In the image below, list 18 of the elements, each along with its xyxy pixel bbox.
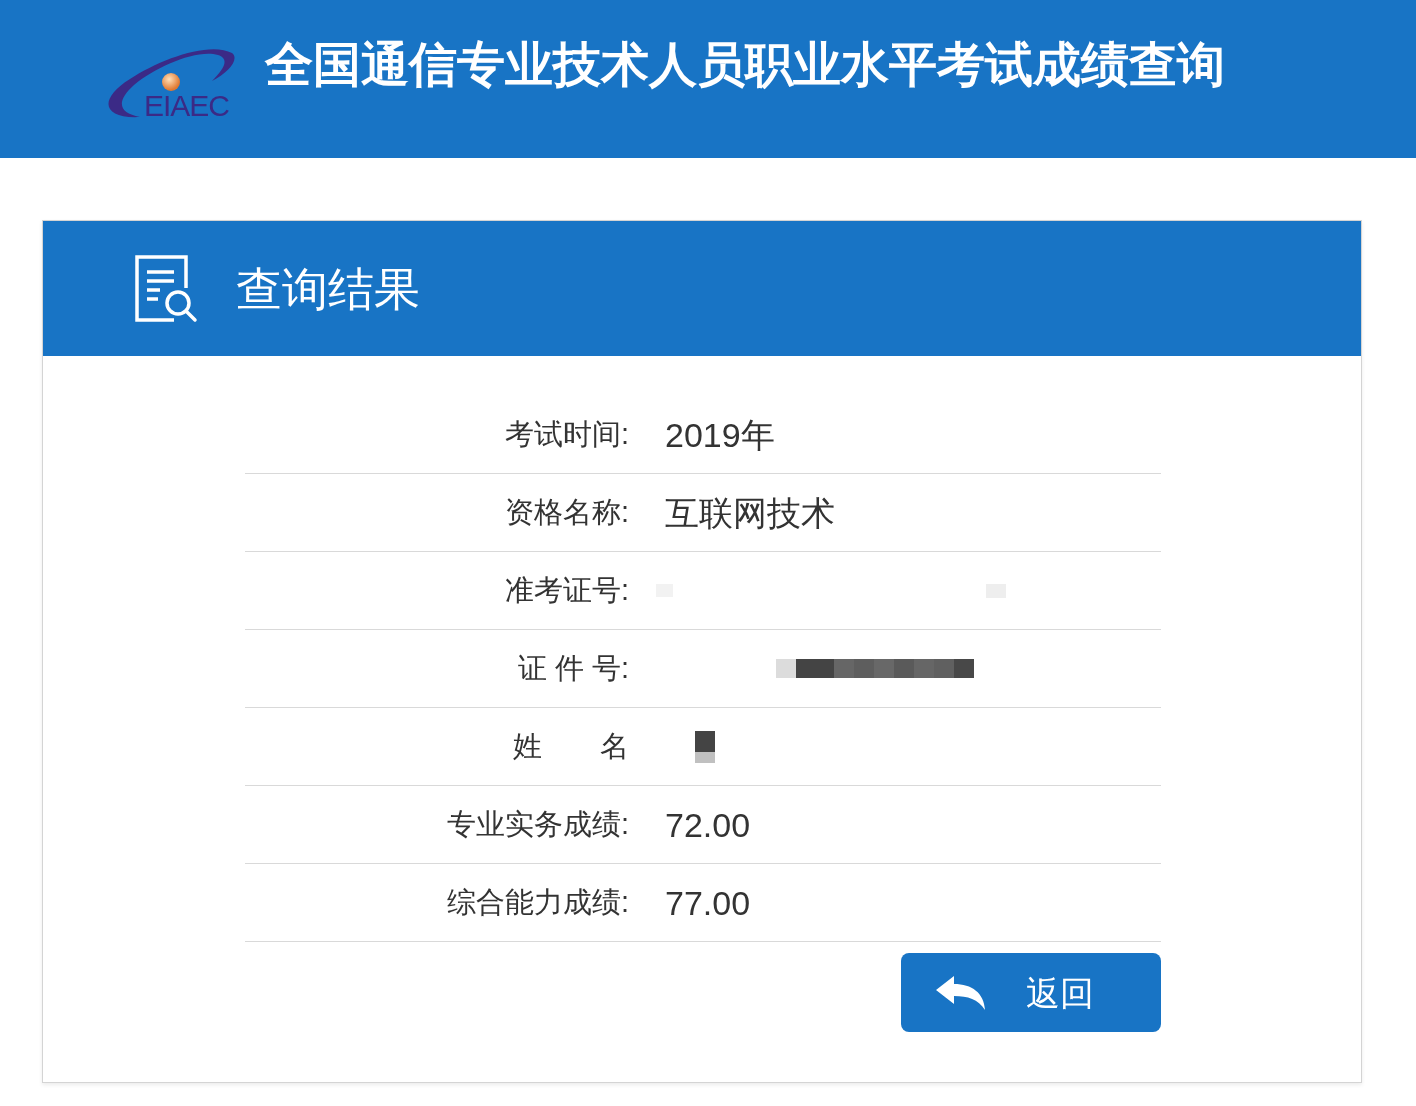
- field-value: 77.00: [665, 885, 751, 920]
- document-search-icon: [134, 253, 198, 324]
- field-label: 准考证号:: [504, 576, 629, 605]
- field-value: 互联网技术: [665, 495, 835, 530]
- pixelated-redaction-drawing: [695, 730, 715, 763]
- page-title: 全国通信专业技术人员职业水平考试成绩查询: [265, 41, 1225, 89]
- field-label: 考试时间:: [504, 420, 629, 449]
- card-title: 查询结果: [236, 265, 420, 312]
- field-label: 姓 名: [513, 732, 629, 761]
- field-label: 资格名称:: [504, 498, 629, 527]
- back-button[interactable]: 返回: [901, 953, 1161, 1032]
- field-label: 证 件 号:: [517, 654, 629, 683]
- logo-text: EIAEC: [144, 91, 230, 121]
- field-value: 2019年: [665, 417, 775, 452]
- field-value: 72.00: [665, 807, 751, 842]
- reply-arrow-icon: [936, 974, 986, 1011]
- field-label: 专业实务成绩:: [446, 810, 629, 839]
- field-label: 综合能力成绩:: [446, 888, 629, 917]
